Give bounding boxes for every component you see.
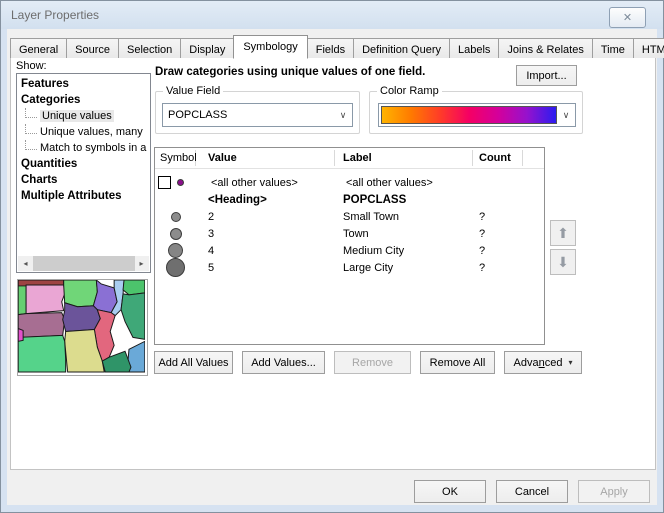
table-row-large-city[interactable]: 5 Large City ?	[155, 259, 544, 276]
add-values-button[interactable]: Add Values...	[242, 351, 325, 374]
table-actions: Add All Values Add Values... Remove Remo…	[154, 351, 591, 374]
symbol-dot-icon[interactable]	[168, 243, 183, 258]
column-header-label[interactable]: Label	[335, 150, 473, 166]
show-tree: Features Categories Unique values Unique…	[16, 73, 151, 273]
move-down-button[interactable]: ⬇	[550, 249, 576, 275]
arrow-up-icon: ⬆	[557, 225, 569, 242]
tab-joins-relates[interactable]: Joins & Relates	[498, 38, 592, 58]
symbology-page: Show: Features Categories Unique values …	[10, 57, 656, 470]
tree-branch-icon	[25, 108, 37, 118]
advanced-button[interactable]: Advanced ▾	[504, 351, 582, 374]
values-table: Symbol Value Label Count <all other valu…	[154, 147, 545, 345]
window-frame-right	[657, 29, 663, 505]
symbol-dot-icon	[177, 179, 184, 186]
tab-labels[interactable]: Labels	[449, 38, 499, 58]
column-header-count[interactable]: Count	[473, 150, 523, 166]
tree-item-features[interactable]: Features	[17, 76, 150, 92]
values-table-header[interactable]: Symbol Value Label Count	[155, 148, 544, 169]
tree-item-charts[interactable]: Charts	[17, 172, 150, 188]
table-row-small-town[interactable]: 2 Small Town ?	[155, 208, 544, 225]
table-row-all-other-values[interactable]: <all other values> <all other values>	[155, 174, 544, 191]
close-icon: ✕	[623, 11, 632, 24]
all-other-values-checkbox[interactable]	[158, 176, 171, 189]
color-ramp-label: Color Ramp	[377, 85, 442, 97]
value-field-group: Value Field POPCLASS ∨	[155, 91, 360, 134]
tree-branch-icon	[25, 140, 37, 150]
scroll-right-icon[interactable]: ▸	[134, 256, 149, 271]
tree-item-categories[interactable]: Categories	[17, 92, 150, 108]
scroll-thumb[interactable]	[33, 256, 135, 271]
tree-item-unique-values[interactable]: Unique values	[17, 108, 150, 124]
apply-button[interactable]: Apply	[578, 480, 650, 503]
value-field-dropdown[interactable]: POPCLASS ∨	[162, 103, 353, 127]
dialog-content: General Source Selection Display Symbolo…	[7, 29, 657, 505]
layer-properties-dialog: Layer Properties ✕ General Source Select…	[0, 0, 664, 513]
panel-heading: Draw categories using unique values of o…	[155, 66, 425, 78]
tab-display[interactable]: Display	[180, 38, 234, 58]
import-button[interactable]: Import...	[516, 65, 577, 86]
value-field-label: Value Field	[163, 85, 223, 97]
tab-source[interactable]: Source	[66, 38, 119, 58]
color-ramp-bar	[381, 106, 557, 124]
tree-horizontal-scrollbar[interactable]: ◂ ▸	[18, 256, 149, 271]
tab-general[interactable]: General	[10, 38, 67, 58]
close-button[interactable]: ✕	[609, 7, 646, 28]
column-header-symbol[interactable]: Symbol	[155, 150, 196, 166]
tab-symbology[interactable]: Symbology	[233, 35, 307, 59]
symbol-dot-icon[interactable]	[170, 228, 182, 240]
tree-branch-icon	[25, 124, 37, 134]
chevron-down-icon: ∨	[334, 110, 352, 121]
table-row-town[interactable]: 3 Town ?	[155, 225, 544, 242]
tree-item-match-to-symbols[interactable]: Match to symbols in a	[17, 140, 150, 156]
map-preview-svg	[18, 280, 145, 373]
table-row-medium-city[interactable]: 4 Medium City ?	[155, 242, 544, 259]
tree-item-quantities[interactable]: Quantities	[17, 156, 150, 172]
add-all-values-button[interactable]: Add All Values	[154, 351, 233, 374]
tab-html-popup[interactable]: HTML Popup	[633, 38, 664, 58]
window-frame-bottom	[1, 505, 663, 512]
value-field-selected: POPCLASS	[163, 109, 334, 121]
remove-button[interactable]: Remove	[334, 351, 411, 374]
tab-fields[interactable]: Fields	[307, 38, 354, 58]
symbol-dot-icon[interactable]	[171, 212, 181, 222]
tab-strip: General Source Selection Display Symbolo…	[10, 35, 664, 58]
tab-time[interactable]: Time	[592, 38, 634, 58]
remove-all-button[interactable]: Remove All	[420, 351, 495, 374]
scroll-left-icon[interactable]: ◂	[18, 256, 33, 271]
show-label: Show:	[16, 60, 47, 72]
dropdown-arrow-icon: ▾	[568, 358, 572, 367]
tab-selection[interactable]: Selection	[118, 38, 181, 58]
cancel-button[interactable]: Cancel	[496, 480, 568, 503]
symbol-dot-icon[interactable]	[166, 258, 185, 277]
color-ramp-dropdown[interactable]: ∨	[378, 103, 576, 127]
column-header-value[interactable]: Value	[196, 150, 335, 166]
table-row-heading[interactable]: <Heading> POPCLASS	[155, 191, 544, 208]
arrow-down-icon: ⬇	[557, 254, 569, 271]
tree-item-unique-values-many[interactable]: Unique values, many	[17, 124, 150, 140]
color-ramp-group: Color Ramp ∨	[369, 91, 583, 134]
title-bar[interactable]: Layer Properties ✕	[1, 1, 663, 29]
chevron-down-icon: ∨	[557, 110, 575, 121]
ok-button[interactable]: OK	[414, 480, 486, 503]
values-table-body: <all other values> <all other values> <H…	[155, 169, 544, 276]
tab-definition-query[interactable]: Definition Query	[353, 38, 450, 58]
move-up-button[interactable]: ⬆	[550, 220, 576, 246]
layer-preview-thumbnail	[17, 279, 148, 376]
window-title: Layer Properties	[11, 8, 99, 22]
tree-item-multiple-attributes[interactable]: Multiple Attributes	[17, 188, 150, 204]
